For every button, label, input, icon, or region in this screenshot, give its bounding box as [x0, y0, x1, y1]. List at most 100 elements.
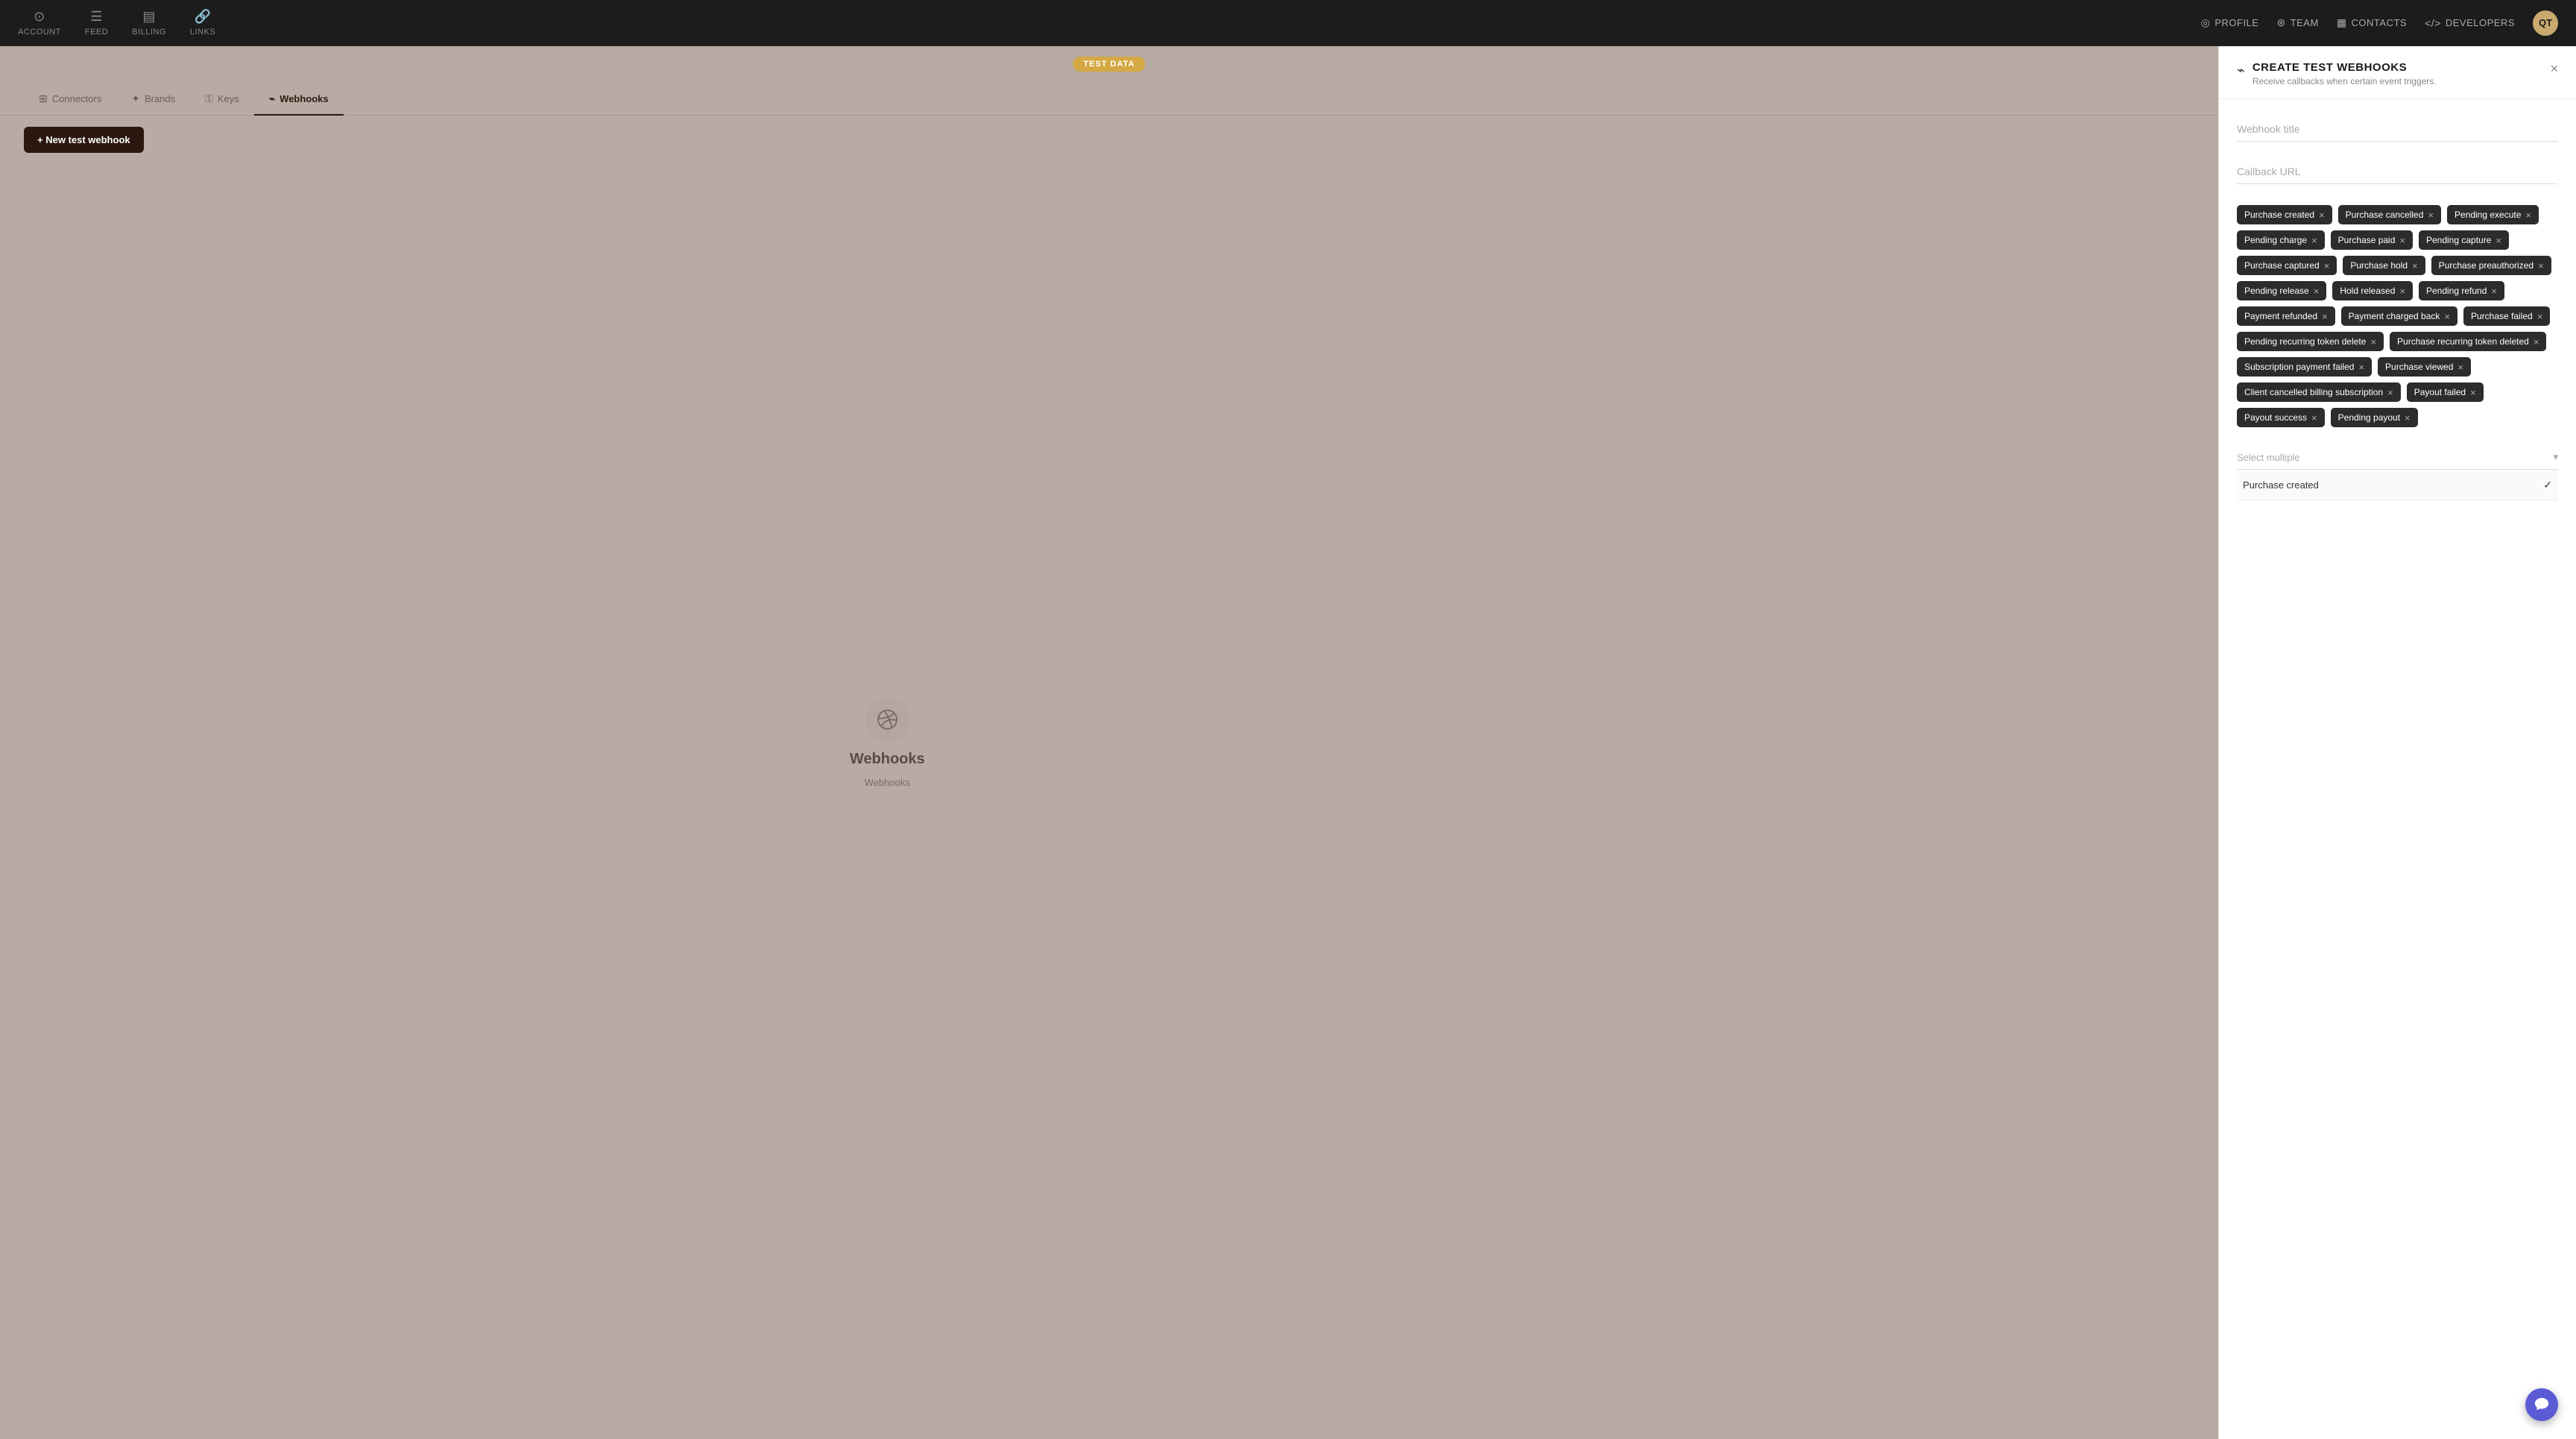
nav-team[interactable]: ⊛ TEAM: [2276, 16, 2318, 29]
nav-developers[interactable]: </> DEVELOPERS: [2425, 17, 2515, 29]
webhooks-icon: ⌁: [269, 92, 275, 105]
tag-purchase-preauthorized[interactable]: Purchase preauthorized×: [2431, 256, 2551, 275]
tag-pending-execute[interactable]: Pending execute×: [2447, 205, 2539, 224]
brands-icon: ✦: [131, 92, 140, 105]
tab-connectors[interactable]: ⊞ Connectors: [24, 84, 116, 116]
tag-purchase-captured[interactable]: Purchase captured×: [2237, 256, 2337, 275]
chevron-down-icon: ▾: [2553, 451, 2558, 463]
tab-webhooks[interactable]: ⌁ Webhooks: [254, 84, 344, 116]
panel-webhook-icon: ⌁: [2237, 63, 2245, 78]
tag-close-icon[interactable]: ×: [2324, 261, 2330, 271]
tag-close-icon[interactable]: ×: [2358, 362, 2364, 372]
dropdown-item-purchase-created[interactable]: Purchase created ✓: [2237, 470, 2558, 501]
tag-close-icon[interactable]: ×: [2399, 286, 2405, 296]
tag-payment-charged-back[interactable]: Payment charged back×: [2341, 306, 2457, 326]
callback-url-field: [2237, 160, 2558, 184]
tag-close-icon[interactable]: ×: [2311, 413, 2317, 423]
tag-payment-refunded[interactable]: Payment refunded×: [2237, 306, 2335, 326]
tag-subscription-payment-failed[interactable]: Subscription payment failed×: [2237, 357, 2372, 377]
tag-close-icon[interactable]: ×: [2405, 413, 2411, 423]
nav-item-feed[interactable]: ☰ FEED: [85, 9, 108, 37]
select-multiple-label[interactable]: Select multiple ▾: [2237, 445, 2558, 470]
panel-title-block: CREATE TEST WEBHOOKS Receive callbacks w…: [2253, 61, 2437, 86]
tag-close-icon[interactable]: ×: [2538, 261, 2544, 271]
tag-purchase-created[interactable]: Purchase created×: [2237, 205, 2332, 224]
empty-state: Webhooks Webhooks: [850, 697, 925, 788]
tag-close-icon[interactable]: ×: [2314, 286, 2320, 296]
tag-pending-recurring-token-delete[interactable]: Pending recurring token delete×: [2237, 332, 2384, 351]
nav-contacts[interactable]: ▦ CONTACTS: [2337, 16, 2407, 29]
panel-subtitle: Receive callbacks when certain event tri…: [2253, 76, 2437, 86]
tag-pending-release[interactable]: Pending release×: [2237, 281, 2326, 300]
new-webhook-button[interactable]: + New test webhook: [24, 127, 144, 153]
webhook-title-input[interactable]: [2237, 117, 2558, 142]
tag-purchase-cancelled[interactable]: Purchase cancelled×: [2338, 205, 2441, 224]
tag-payout-success[interactable]: Payout success×: [2237, 408, 2325, 427]
sub-tabs: ⊞ Connectors ✦ Brands ⚿ Keys ⌁ Webhooks: [0, 84, 2218, 116]
tag-close-icon[interactable]: ×: [2525, 210, 2531, 220]
tag-close-icon[interactable]: ×: [2399, 236, 2405, 245]
keys-icon: ⚿: [205, 92, 213, 105]
webhook-title-field: [2237, 117, 2558, 142]
tag-close-icon[interactable]: ×: [2491, 286, 2497, 296]
tag-hold-released[interactable]: Hold released×: [2332, 281, 2413, 300]
close-panel-button[interactable]: ×: [2550, 61, 2558, 77]
panel-header-left: ⌁ CREATE TEST WEBHOOKS Receive callbacks…: [2237, 61, 2437, 86]
tag-purchase-recurring-token-deleted[interactable]: Purchase recurring token deleted×: [2390, 332, 2546, 351]
tag-pending-capture[interactable]: Pending capture×: [2419, 230, 2509, 250]
tag-purchase-paid[interactable]: Purchase paid×: [2331, 230, 2413, 250]
nav-right: ◎ PROFILE ⊛ TEAM ▦ CONTACTS </> DEVELOPE…: [2201, 10, 2558, 36]
tag-close-icon[interactable]: ×: [2444, 312, 2450, 321]
tag-pending-charge[interactable]: Pending charge×: [2237, 230, 2325, 250]
panel-body: Purchase created× Purchase cancelled× Pend…: [2219, 99, 2576, 1439]
tab-brands[interactable]: ✦ Brands: [116, 84, 190, 116]
contacts-icon: ▦: [2337, 16, 2347, 29]
tags-grid: Purchase created× Purchase cancelled× Pend…: [2237, 205, 2558, 427]
panel-header: ⌁ CREATE TEST WEBHOOKS Receive callbacks…: [2219, 46, 2576, 99]
tag-purchase-failed[interactable]: Purchase failed×: [2463, 306, 2550, 326]
main-layout: TEST DATA ⊞ Connectors ✦ Brands ⚿ Keys ⌁…: [0, 46, 2576, 1439]
top-navigation: ⊙ ACCOUNT ☰ FEED ▤ BILLING 🔗 LINKS ◎ PRO…: [0, 0, 2576, 46]
tab-keys[interactable]: ⚿ Keys: [190, 84, 254, 116]
nav-item-billing[interactable]: ▤ BILLING: [132, 9, 166, 37]
webhooks-empty-icon: [865, 697, 909, 742]
tag-payout-failed[interactable]: Payout failed×: [2407, 382, 2484, 402]
tag-pending-payout[interactable]: Pending payout×: [2331, 408, 2418, 427]
tag-close-icon[interactable]: ×: [2534, 337, 2539, 347]
empty-title: Webhooks: [850, 751, 925, 768]
tag-close-icon[interactable]: ×: [2428, 210, 2434, 220]
profile-icon: ◎: [2201, 16, 2211, 29]
tag-close-icon[interactable]: ×: [2322, 312, 2328, 321]
tag-purchase-hold[interactable]: Purchase hold×: [2343, 256, 2425, 275]
tag-close-icon[interactable]: ×: [2412, 261, 2418, 271]
right-panel: ⌁ CREATE TEST WEBHOOKS Receive callbacks…: [2218, 46, 2576, 1439]
tag-close-icon[interactable]: ×: [2387, 388, 2393, 397]
account-icon: ⊙: [34, 9, 45, 25]
check-icon: ✓: [2543, 479, 2552, 491]
select-section: Select multiple ▾ Purchase created ✓: [2237, 445, 2558, 501]
tag-purchase-viewed[interactable]: Purchase viewed×: [2378, 357, 2471, 377]
tag-pending-refund[interactable]: Pending refund×: [2419, 281, 2504, 300]
tag-client-cancelled-billing-subscription[interactable]: Client cancelled billing subscription×: [2237, 382, 2401, 402]
chat-bubble[interactable]: [2525, 1388, 2558, 1421]
billing-icon: ▤: [142, 9, 156, 25]
content-area: TEST DATA ⊞ Connectors ✦ Brands ⚿ Keys ⌁…: [0, 46, 2218, 1439]
nav-item-account[interactable]: ⊙ ACCOUNT: [18, 9, 61, 37]
callback-url-input[interactable]: [2237, 160, 2558, 184]
nav-item-links[interactable]: 🔗 LINKS: [190, 9, 215, 37]
nav-left: ⊙ ACCOUNT ☰ FEED ▤ BILLING 🔗 LINKS: [18, 9, 215, 37]
tag-close-icon[interactable]: ×: [2370, 337, 2376, 347]
tag-close-icon[interactable]: ×: [2496, 236, 2501, 245]
links-icon: 🔗: [195, 9, 212, 25]
nav-profile[interactable]: ◎ PROFILE: [2201, 16, 2259, 29]
tag-close-icon[interactable]: ×: [2319, 210, 2325, 220]
connectors-icon: ⊞: [39, 92, 48, 105]
team-icon: ⊛: [2276, 16, 2285, 29]
tag-close-icon[interactable]: ×: [2457, 362, 2463, 372]
tag-close-icon[interactable]: ×: [2311, 236, 2317, 245]
tag-close-icon[interactable]: ×: [2470, 388, 2476, 397]
avatar[interactable]: QT: [2533, 10, 2558, 36]
test-data-banner: TEST DATA: [1073, 57, 1145, 72]
tag-close-icon[interactable]: ×: [2537, 312, 2543, 321]
developers-icon: </>: [2425, 17, 2441, 29]
